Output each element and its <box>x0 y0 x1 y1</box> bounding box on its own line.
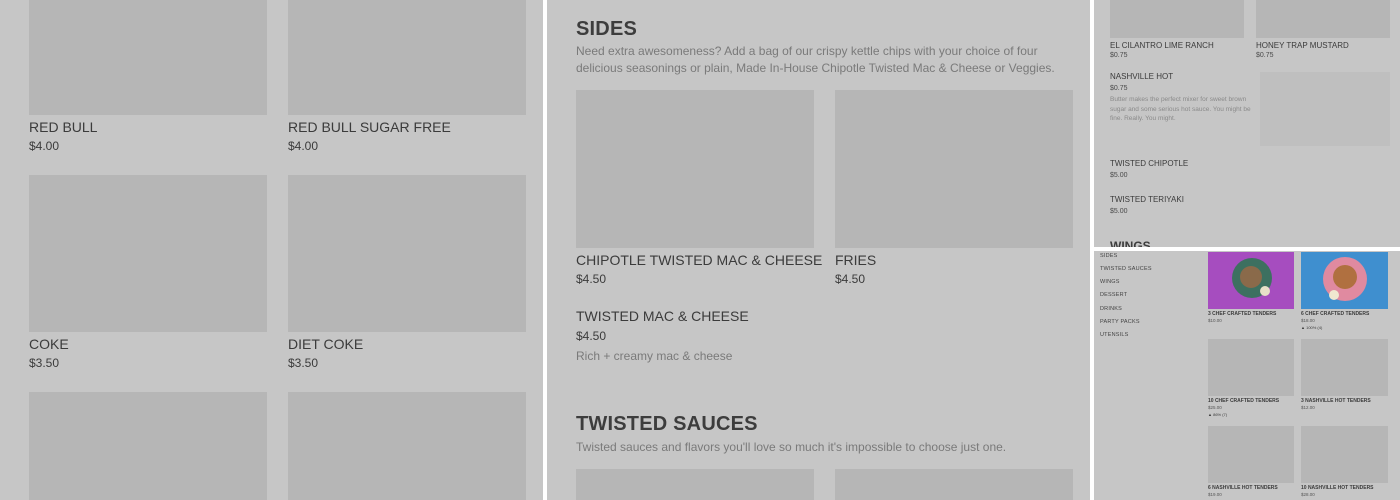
item-name: 3 CHEF CRAFTED TENDERS <box>1208 311 1277 317</box>
sauces-panel: EL CILANTRO LIME RANCH $0.75 HONEY TRAP … <box>1094 0 1400 247</box>
item-image-placeholder[interactable] <box>1260 72 1390 146</box>
item-name: RED BULL <box>29 119 98 135</box>
item-name: 10 NASHVILLE HOT TENDERS <box>1301 485 1374 491</box>
item-image-placeholder[interactable] <box>576 90 814 248</box>
item-name: TWISTED TERIYAKI <box>1110 195 1184 204</box>
item-price: $3.50 <box>288 356 319 370</box>
item-image-placeholder[interactable] <box>29 175 267 332</box>
item-price: $18.00 <box>1301 318 1315 323</box>
item-image-placeholder[interactable] <box>835 90 1073 248</box>
item-price: $28.00 <box>1301 492 1315 497</box>
item-price: $19.00 <box>1208 492 1222 497</box>
food-graphic <box>1333 265 1357 289</box>
item-photo[interactable] <box>1301 252 1388 309</box>
item-name: CHIPOTLE TWISTED MAC & CHEESE <box>576 252 823 268</box>
item-name: HONEY TRAP MUSTARD <box>1256 41 1349 50</box>
rating-badge: ▲ 86% (7) <box>1208 412 1227 417</box>
section-description: Twisted sauces and flavors you'll love s… <box>576 440 1007 454</box>
item-price: $5.00 <box>1110 208 1128 215</box>
item-name: 3 NASHVILLE HOT TENDERS <box>1301 398 1371 404</box>
item-image-placeholder[interactable] <box>1110 0 1244 38</box>
food-graphic <box>1240 266 1262 288</box>
item-name: TWISTED CHIPOTLE <box>1110 159 1189 168</box>
item-image-placeholder[interactable] <box>29 0 267 115</box>
drinks-panel: RED BULL $4.00 RED BULL SUGAR FREE $4.00… <box>0 0 543 500</box>
item-price: $10.00 <box>1208 318 1222 323</box>
item-description: Butter makes the perfect mixer for sweet… <box>1110 96 1251 122</box>
nav-item-drinks[interactable]: DRINKS <box>1100 306 1122 312</box>
item-name: 10 CHEF CRAFTED TENDERS <box>1208 398 1280 404</box>
nav-item-twisted-sauces[interactable]: TWISTED SAUCES <box>1100 266 1152 272</box>
thumbs-up-icon: ▲ <box>1301 325 1305 330</box>
item-image-placeholder[interactable] <box>288 392 526 500</box>
item-image-placeholder[interactable] <box>29 392 267 500</box>
nav-item-sides[interactable]: SIDES <box>1100 253 1118 259</box>
item-name: COKE <box>29 336 69 352</box>
item-price: $25.00 <box>1208 405 1222 410</box>
section-description: Need extra awesomeness? Add a bag of our… <box>576 44 1055 75</box>
item-price: $3.50 <box>29 356 60 370</box>
sauce-cup-graphic <box>1260 286 1270 296</box>
item-price: $5.00 <box>1110 172 1128 179</box>
nav-item-party-packs[interactable]: PARTY PACKS <box>1100 319 1140 325</box>
item-name: 6 CHEF CRAFTED TENDERS <box>1301 311 1370 317</box>
item-image-placeholder[interactable] <box>835 469 1073 500</box>
item-name: NASHVILLE HOT <box>1110 72 1174 81</box>
item-image-placeholder[interactable] <box>1256 0 1390 38</box>
item-image-placeholder[interactable] <box>1208 426 1294 483</box>
item-name: EL CILANTRO LIME RANCH <box>1110 41 1214 50</box>
thumbs-up-icon: ▲ <box>1208 412 1212 417</box>
item-description: Rich + creamy mac & cheese <box>576 349 733 363</box>
rating-badge-text: 86% (7) <box>1213 412 1228 417</box>
sides-panel: SIDES Need extra awesomeness? Add a bag … <box>547 0 1090 500</box>
item-price: $4.50 <box>835 272 866 286</box>
item-price: $4.00 <box>288 139 319 153</box>
item-price: $12.00 <box>1301 405 1315 410</box>
item-price: $4.50 <box>576 272 607 286</box>
item-price: $4.50 <box>576 329 607 343</box>
item-image-placeholder[interactable] <box>576 469 814 500</box>
nav-item-dessert[interactable]: DESSERT <box>1100 292 1127 298</box>
item-name: TWISTED MAC & CHEESE <box>576 308 749 324</box>
item-name: DIET COKE <box>288 336 364 352</box>
tenders-panel: SIDES TWISTED SAUCES WINGS DESSERT DRINK… <box>1094 251 1400 500</box>
item-image-placeholder[interactable] <box>1301 426 1388 483</box>
item-price: $0.75 <box>1110 52 1128 59</box>
rating-badge-text: 100% (4) <box>1306 325 1323 330</box>
item-price: $0.75 <box>1110 85 1128 92</box>
item-image-placeholder[interactable] <box>288 0 526 115</box>
item-image-placeholder[interactable] <box>1208 339 1294 396</box>
nav-item-wings[interactable]: WINGS <box>1100 279 1120 285</box>
item-price: $0.75 <box>1256 52 1274 59</box>
item-image-placeholder[interactable] <box>288 175 526 332</box>
item-price: $4.00 <box>29 139 60 153</box>
section-heading-sides: SIDES <box>576 18 638 40</box>
section-heading-sauces: TWISTED SAUCES <box>576 413 758 435</box>
item-name: FRIES <box>835 252 877 268</box>
item-image-placeholder[interactable] <box>1301 339 1388 396</box>
sauce-cup-graphic <box>1329 290 1339 300</box>
item-name: RED BULL SUGAR FREE <box>288 119 451 135</box>
item-name: 6 NASHVILLE HOT TENDERS <box>1208 485 1278 491</box>
section-heading-wings: WINGS <box>1110 239 1151 247</box>
nav-item-utensils[interactable]: UTENSILS <box>1100 332 1129 338</box>
item-photo[interactable] <box>1208 252 1294 309</box>
rating-badge: ▲ 100% (4) <box>1301 325 1322 330</box>
